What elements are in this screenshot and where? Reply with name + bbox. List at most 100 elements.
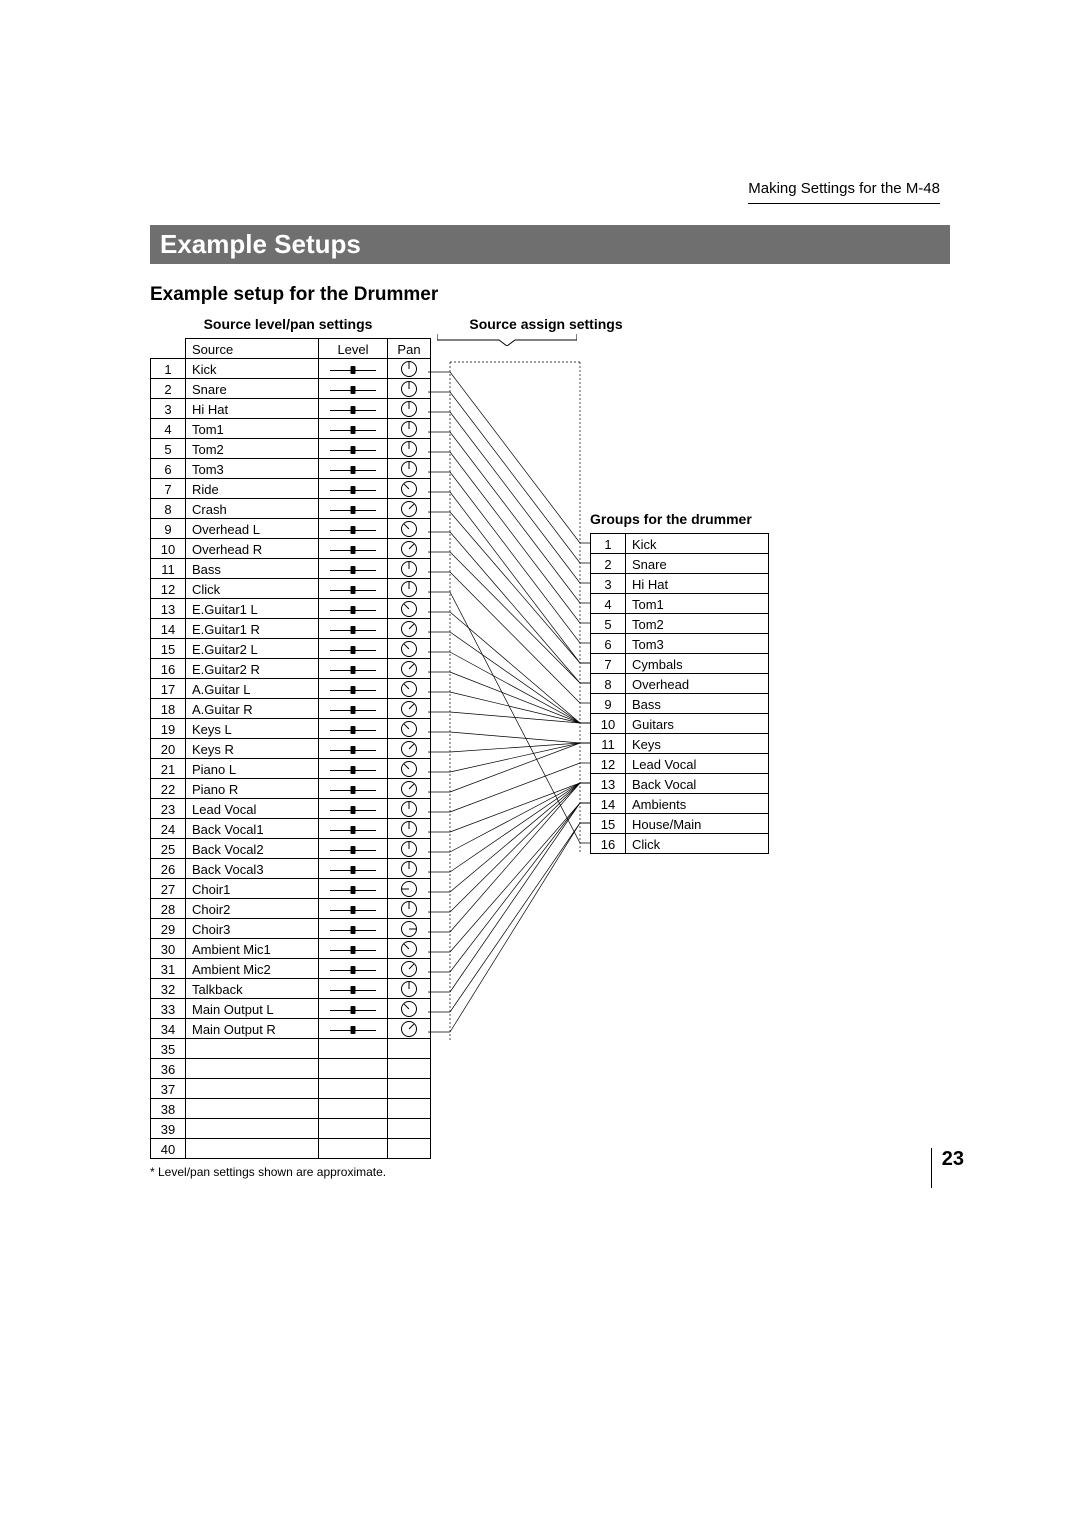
- level-slider-icon: [330, 886, 376, 894]
- level-slider-icon: [330, 486, 376, 494]
- level-slider-icon: [330, 706, 376, 714]
- source-row-pan: [388, 599, 431, 619]
- source-row: 30Ambient Mic1: [151, 939, 431, 959]
- level-slider-icon: [330, 446, 376, 454]
- source-row-level: [319, 919, 388, 939]
- source-row-number: 1: [151, 359, 186, 379]
- source-row-number: 28: [151, 899, 186, 919]
- source-row-number: 20: [151, 739, 186, 759]
- group-row-name: Cymbals: [626, 654, 769, 674]
- group-row-number: 10: [591, 714, 626, 734]
- source-row-name: Overhead L: [186, 519, 319, 539]
- pan-knob-icon: [401, 821, 417, 837]
- source-row-level: [319, 579, 388, 599]
- level-slider-icon: [330, 806, 376, 814]
- group-row: 11Keys: [591, 734, 769, 754]
- source-row-number: 5: [151, 439, 186, 459]
- source-row-name: [186, 1039, 319, 1059]
- source-row-name: Choir2: [186, 899, 319, 919]
- source-row-level: [319, 739, 388, 759]
- source-row-pan: [388, 539, 431, 559]
- source-row-number: 19: [151, 719, 186, 739]
- source-row: 17A.Guitar L: [151, 679, 431, 699]
- pan-knob-icon: [401, 501, 417, 517]
- source-row-level: [319, 839, 388, 859]
- source-row: 13E.Guitar1 L: [151, 599, 431, 619]
- source-row-pan: [388, 1059, 431, 1079]
- pan-knob-icon: [401, 981, 417, 997]
- pan-knob-icon: [401, 901, 417, 917]
- group-row-name: Hi Hat: [626, 574, 769, 594]
- source-row: 20Keys R: [151, 739, 431, 759]
- group-row-number: 15: [591, 814, 626, 834]
- running-header: Making Settings for the M-48: [748, 180, 940, 204]
- source-row-pan: [388, 639, 431, 659]
- source-row: 31Ambient Mic2: [151, 959, 431, 979]
- source-row-pan: [388, 799, 431, 819]
- source-row: 34Main Output R: [151, 1019, 431, 1039]
- source-row-level: [319, 1039, 388, 1059]
- source-row-name: Overhead R: [186, 539, 319, 559]
- group-row-number: 16: [591, 834, 626, 854]
- source-row-pan: [388, 919, 431, 939]
- source-row: 7Ride: [151, 479, 431, 499]
- group-row-name: Kick: [626, 534, 769, 554]
- source-row-pan: [388, 839, 431, 859]
- source-row-pan: [388, 559, 431, 579]
- source-row-pan: [388, 619, 431, 639]
- source-row-pan: [388, 759, 431, 779]
- source-row-number: 9: [151, 519, 186, 539]
- level-slider-icon: [330, 646, 376, 654]
- source-row-level: [319, 599, 388, 619]
- source-row-name: Bass: [186, 559, 319, 579]
- source-row-number: 15: [151, 639, 186, 659]
- source-row-name: [186, 1099, 319, 1119]
- source-row-number: 6: [151, 459, 186, 479]
- th-blank: [151, 339, 186, 359]
- level-slider-icon: [330, 586, 376, 594]
- group-row-number: 12: [591, 754, 626, 774]
- level-slider-icon: [330, 626, 376, 634]
- pan-knob-icon: [401, 401, 417, 417]
- content-wrap: Source level/pan settings Source assign …: [150, 316, 950, 1179]
- source-row: 36: [151, 1059, 431, 1079]
- source-row: 23Lead Vocal: [151, 799, 431, 819]
- group-row-number: 7: [591, 654, 626, 674]
- source-table: Source Level Pan 1Kick2Snare3Hi Hat4Tom1…: [150, 338, 431, 1159]
- pan-knob-icon: [401, 381, 417, 397]
- group-row-number: 13: [591, 774, 626, 794]
- source-row: 40: [151, 1139, 431, 1159]
- source-row-number: 27: [151, 879, 186, 899]
- source-row-name: Talkback: [186, 979, 319, 999]
- level-slider-icon: [330, 506, 376, 514]
- source-row-level: [319, 439, 388, 459]
- pan-knob-icon: [401, 461, 417, 477]
- source-row-number: 37: [151, 1079, 186, 1099]
- source-row-number: 10: [151, 539, 186, 559]
- source-row-level: [319, 759, 388, 779]
- source-row-number: 22: [151, 779, 186, 799]
- source-row: 12Click: [151, 579, 431, 599]
- source-row-name: Choir3: [186, 919, 319, 939]
- pan-knob-icon: [401, 881, 417, 897]
- source-row-name: Crash: [186, 499, 319, 519]
- source-row-pan: [388, 1099, 431, 1119]
- level-slider-icon: [330, 946, 376, 954]
- group-row: 5Tom2: [591, 614, 769, 634]
- source-row-level: [319, 539, 388, 559]
- source-row: 16E.Guitar2 R: [151, 659, 431, 679]
- group-row-number: 3: [591, 574, 626, 594]
- source-row-number: 31: [151, 959, 186, 979]
- pan-knob-icon: [401, 1021, 417, 1037]
- source-row: 6Tom3: [151, 459, 431, 479]
- pan-knob-icon: [401, 701, 417, 717]
- source-row-name: Snare: [186, 379, 319, 399]
- source-row-level: [319, 1139, 388, 1159]
- source-row-pan: [388, 679, 431, 699]
- group-row: 14Ambients: [591, 794, 769, 814]
- source-row-pan: [388, 479, 431, 499]
- source-row-level: [319, 1099, 388, 1119]
- source-row-name: [186, 1079, 319, 1099]
- source-row-name: Back Vocal3: [186, 859, 319, 879]
- group-row-number: 5: [591, 614, 626, 634]
